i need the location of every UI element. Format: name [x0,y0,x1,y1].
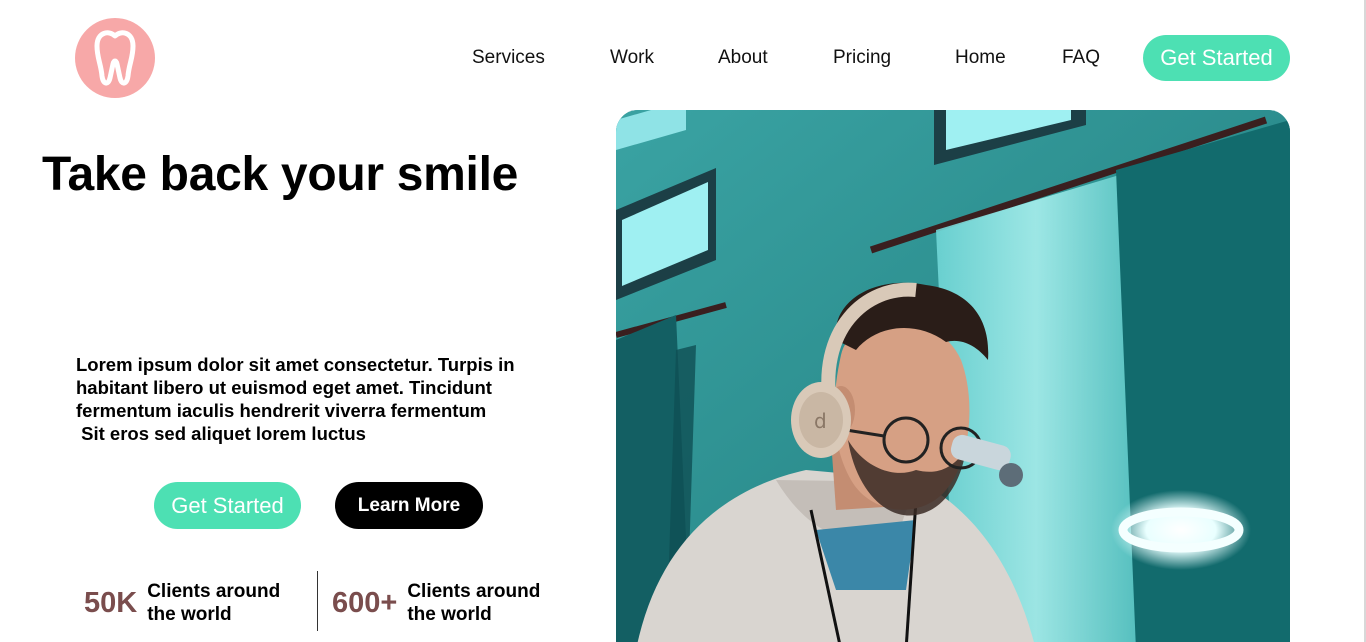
hero-description-line: Lorem ipsum dolor sit amet consectetur. … [76,354,515,375]
nav-get-started-button[interactable]: Get Started [1143,35,1290,81]
stat-label-line: Clients around [147,581,281,602]
top-nav: Services Work About Pricing Home FAQ Get… [0,35,1366,81]
hero-description-line: fermentum iaculis hendrerit viverra ferm… [76,400,487,421]
svg-text:d: d [814,409,827,433]
stat-number: 600+ [332,586,398,619]
stat-label-line: the world [147,604,232,625]
nav-item-faq[interactable]: FAQ [1062,47,1100,69]
nav-item-pricing[interactable]: Pricing [833,47,891,69]
nav-item-about[interactable]: About [718,47,768,69]
stat-label: Clients around the world [147,580,297,626]
nav-item-services[interactable]: Services [472,47,545,69]
stat-number: 50K [84,586,138,619]
learn-more-button[interactable]: Learn More [335,482,483,529]
hero-description-line: Sit eros sed aliquet lorem luctus [76,423,366,444]
hero-title: Take back your smile [42,148,519,201]
stat-divider [317,571,318,631]
hero-description-line: habitant libero ut euismod eget amet. Ti… [76,377,492,398]
nav-item-work[interactable]: Work [610,47,654,69]
stat-clients-2: 600+ Clients around the world [332,580,557,626]
nav-item-home[interactable]: Home [955,47,1006,69]
stat-clients: 50K Clients around the world [84,580,297,626]
hero-image: d [616,110,1290,642]
stat-label-line: Clients around [407,581,541,602]
dentist-photo: d [616,110,1290,642]
hero-description: Lorem ipsum dolor sit amet consectetur. … [76,353,546,445]
stat-label-line: the world [407,604,492,625]
stat-label: Clients around the world [407,580,557,626]
get-started-button[interactable]: Get Started [154,482,301,529]
